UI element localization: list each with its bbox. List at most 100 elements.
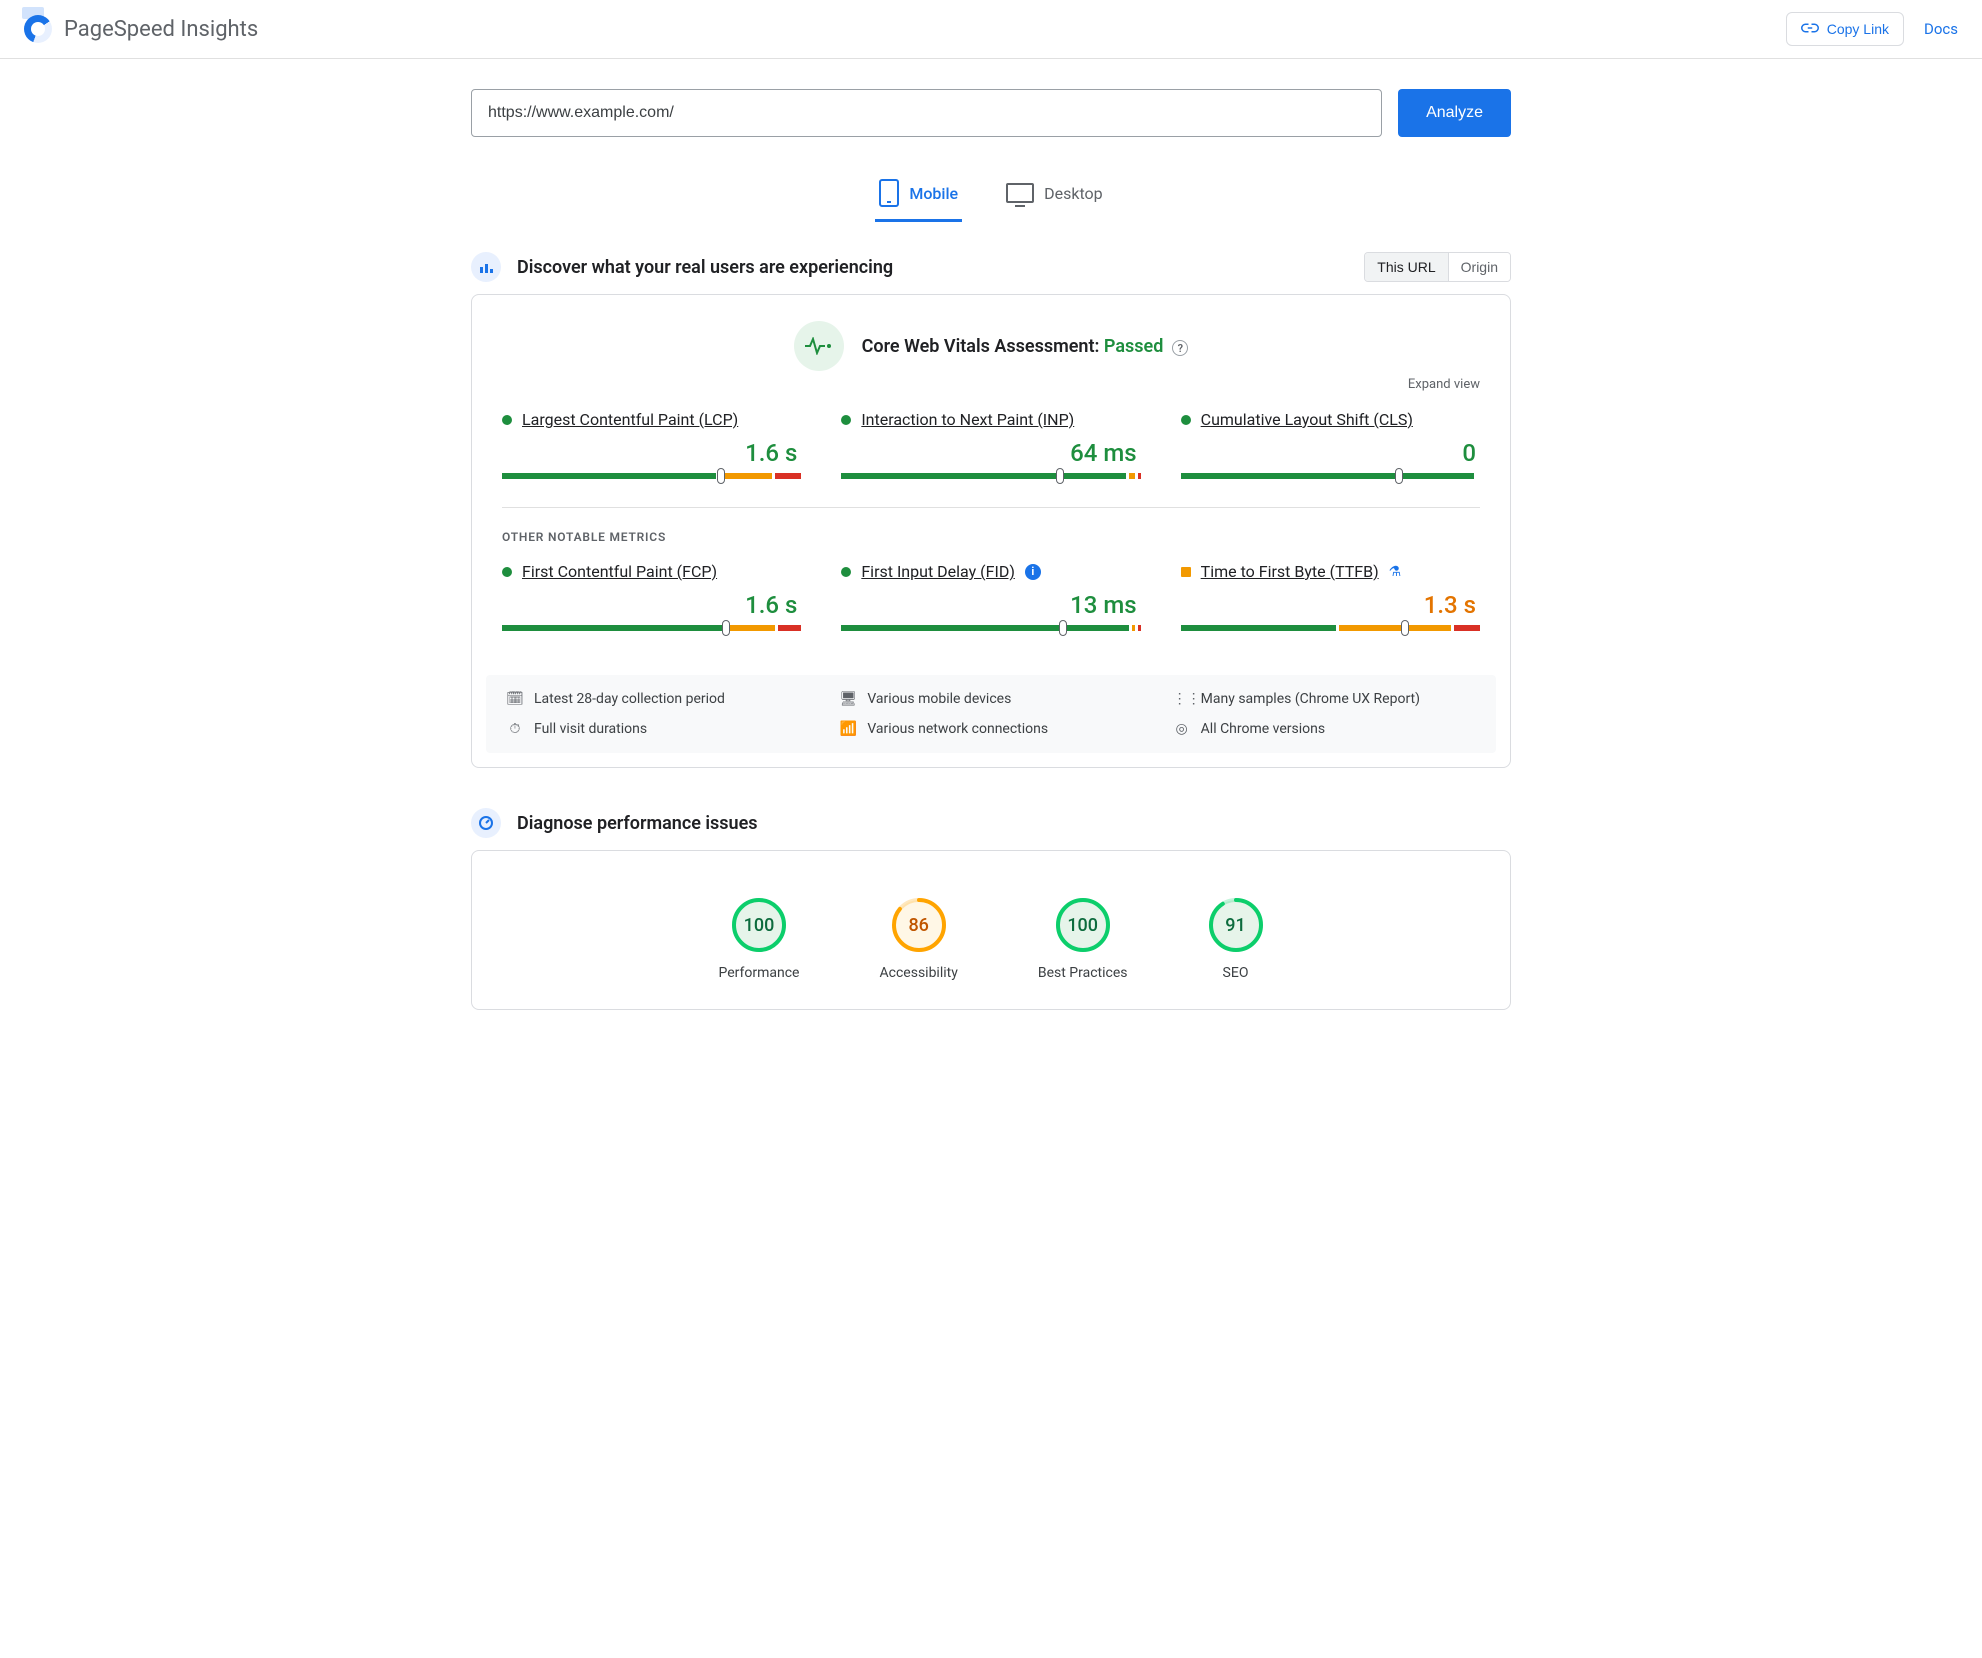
metric-value: 1.6 s: [502, 591, 797, 619]
calendar-icon: 🗓: [506, 691, 524, 707]
gauge-accessibility[interactable]: 86 Accessibility: [880, 897, 958, 981]
diagnose-label-group: Diagnose performance issues: [471, 808, 758, 838]
footnote-chrome: ◎All Chrome versions: [1173, 721, 1476, 737]
gauge-value: 86: [891, 897, 947, 953]
field-footnotes: 🗓Latest 28-day collection period 🖥Variou…: [486, 675, 1496, 753]
copy-link-label: Copy Link: [1827, 21, 1889, 37]
metric-card: Largest Contentful Paint (LCP) 1.6 s: [502, 410, 801, 479]
metric-name[interactable]: First Input Delay (FID): [861, 562, 1015, 581]
scope-toggle: This URL Origin: [1364, 252, 1511, 282]
link-icon: [1801, 21, 1819, 37]
tab-desktop[interactable]: Desktop: [1002, 167, 1107, 222]
tab-desktop-label: Desktop: [1044, 184, 1103, 203]
copy-link-button[interactable]: Copy Link: [1786, 12, 1904, 46]
assessment-label: Core Web Vitals Assessment:: [862, 336, 1100, 357]
gauge-value: 91: [1208, 897, 1264, 953]
experimental-icon: ⚗: [1389, 564, 1402, 580]
metric-card: Interaction to Next Paint (INP) 64 ms: [841, 410, 1140, 479]
metric-card: First Input Delay (FID) i 13 ms: [841, 562, 1140, 631]
status-dot: [841, 415, 851, 425]
footnote-period: 🗓Latest 28-day collection period: [506, 691, 809, 707]
status-dot: [502, 415, 512, 425]
percentile-marker: [1059, 620, 1067, 636]
gauge-best practices[interactable]: 100 Best Practices: [1038, 897, 1128, 981]
chrome-icon: ◎: [1173, 721, 1191, 737]
field-data-panel: Core Web Vitals Assessment: Passed ? Exp…: [471, 294, 1511, 768]
status-dot: [1181, 415, 1191, 425]
desktop-icon: [1006, 183, 1034, 203]
distribution-bar: [841, 473, 1140, 479]
footnote-samples: ⋮⋮Many samples (Chrome UX Report): [1173, 691, 1476, 707]
gauge-label: Accessibility: [880, 965, 958, 981]
footnote-devices: 🖥Various mobile devices: [839, 691, 1142, 707]
metric-name[interactable]: Largest Contentful Paint (LCP): [522, 410, 738, 429]
app-logo: [24, 15, 52, 43]
gauge-value: 100: [731, 897, 787, 953]
metric-value: 1.6 s: [502, 439, 797, 467]
distribution-bar: [502, 473, 801, 479]
discover-header: Discover what your real users are experi…: [471, 252, 1511, 282]
wifi-icon: 📶: [839, 721, 857, 737]
people-icon: [471, 252, 501, 282]
devices-icon: 🖥: [839, 691, 857, 707]
gauge-value: 100: [1055, 897, 1111, 953]
help-icon[interactable]: ?: [1172, 340, 1188, 356]
metric-name[interactable]: Time to First Byte (TTFB): [1201, 562, 1379, 581]
heartbeat-icon: [794, 321, 844, 371]
gauge-performance[interactable]: 100 Performance: [719, 897, 800, 981]
distribution-bar: [1181, 625, 1480, 631]
discover-title: Discover what your real users are experi…: [517, 257, 893, 278]
tab-mobile-label: Mobile: [909, 184, 958, 203]
metric-card: Cumulative Layout Shift (CLS) 0: [1181, 410, 1480, 479]
toggle-origin[interactable]: Origin: [1448, 253, 1510, 281]
distribution-bar: [502, 625, 801, 631]
diagnose-title: Diagnose performance issues: [517, 813, 758, 834]
primary-metrics-grid: Largest Contentful Paint (LCP) 1.6 s Int…: [472, 392, 1510, 503]
other-metrics-heading: OTHER NOTABLE METRICS: [472, 508, 1510, 544]
app-header: PageSpeed Insights Copy Link Docs: [0, 0, 1982, 59]
tab-mobile[interactable]: Mobile: [875, 167, 962, 222]
app-title: PageSpeed Insights: [64, 17, 258, 42]
assessment-text: Core Web Vitals Assessment: Passed ?: [862, 336, 1189, 357]
lighthouse-panel: 100 Performance 86 Accessibility 100 Bes…: [471, 850, 1511, 1010]
mobile-icon: [879, 179, 899, 207]
header-left: PageSpeed Insights: [24, 15, 258, 43]
device-tabs: Mobile Desktop: [471, 167, 1511, 222]
metric-name[interactable]: First Contentful Paint (FCP): [522, 562, 717, 581]
gauge-label: Best Practices: [1038, 965, 1128, 981]
distribution-bar: [841, 625, 1140, 631]
footnote-network: 📶Various network connections: [839, 721, 1142, 737]
percentile-marker: [722, 620, 730, 636]
assessment-status: Passed: [1104, 336, 1163, 357]
status-dot: [502, 567, 512, 577]
percentile-marker: [1056, 468, 1064, 484]
stopwatch-icon: ⏱: [506, 721, 524, 737]
docs-link[interactable]: Docs: [1924, 20, 1958, 38]
crux-link[interactable]: Chrome UX Report: [1300, 691, 1415, 707]
metric-name[interactable]: Cumulative Layout Shift (CLS): [1201, 410, 1413, 429]
gauge-seo[interactable]: 91 SEO: [1208, 897, 1264, 981]
gauge-icon: [471, 808, 501, 838]
url-row: Analyze: [471, 89, 1511, 137]
toggle-this-url[interactable]: This URL: [1365, 253, 1447, 281]
metric-name[interactable]: Interaction to Next Paint (INP): [861, 410, 1074, 429]
gauge-label: SEO: [1223, 965, 1249, 981]
footnote-visits: ⏱Full visit durations: [506, 721, 809, 737]
analyze-button[interactable]: Analyze: [1398, 89, 1511, 137]
cwv-assessment: Core Web Vitals Assessment: Passed ?: [472, 321, 1510, 371]
distribution-bar: [1181, 473, 1480, 479]
metric-card: First Contentful Paint (FCP) 1.6 s: [502, 562, 801, 631]
percentile-marker: [717, 468, 725, 484]
percentile-marker: [1395, 468, 1403, 484]
gauge-label: Performance: [719, 965, 800, 981]
diagnose-header: Diagnose performance issues: [471, 808, 1511, 838]
metric-value: 13 ms: [841, 591, 1136, 619]
info-icon[interactable]: i: [1025, 564, 1041, 580]
url-input[interactable]: [471, 89, 1382, 137]
metric-value: 1.3 s: [1181, 591, 1476, 619]
header-right: Copy Link Docs: [1786, 12, 1958, 46]
samples-icon: ⋮⋮: [1173, 691, 1191, 707]
gauge-row: 100 Performance 86 Accessibility 100 Bes…: [472, 869, 1510, 991]
expand-view-link[interactable]: Expand view: [472, 377, 1510, 392]
metric-card: Time to First Byte (TTFB) ⚗ 1.3 s: [1181, 562, 1480, 631]
